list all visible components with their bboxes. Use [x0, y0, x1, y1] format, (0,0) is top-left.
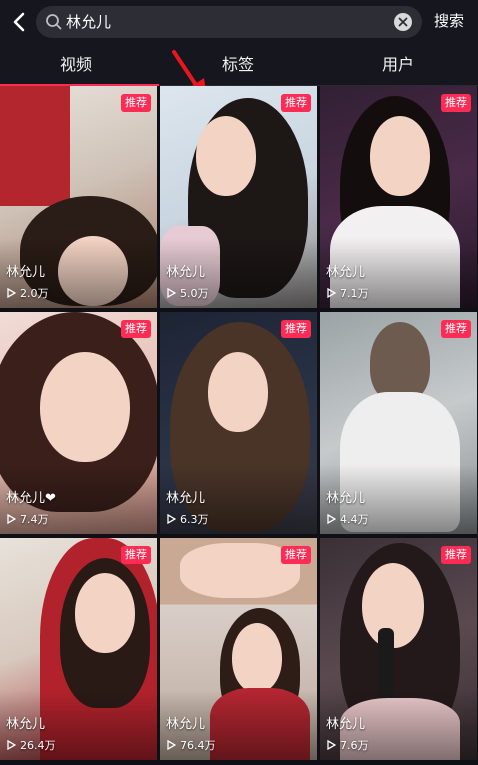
video-card[interactable]: 推荐 林允儿❤ 7.4万	[0, 312, 157, 534]
recommended-badge: 推荐	[441, 94, 471, 112]
view-count-value: 7.1万	[340, 287, 369, 300]
view-count: 7.6万	[326, 737, 369, 753]
recommended-badge: 推荐	[281, 94, 311, 112]
view-count-value: 5.0万	[180, 287, 209, 300]
video-caption: 林允儿❤	[6, 491, 56, 506]
view-count-value: 2.0万	[20, 287, 49, 300]
recommended-badge: 推荐	[441, 546, 471, 564]
video-caption: 林允儿	[6, 265, 46, 280]
search-input[interactable]: 林允儿	[36, 6, 422, 38]
view-count: 4.4万	[326, 511, 369, 527]
view-count: 26.4万	[6, 737, 56, 753]
video-card[interactable]: 推荐 林允儿 5.0万	[160, 86, 317, 308]
search-icon	[44, 12, 64, 32]
view-count: 5.0万	[166, 285, 209, 301]
recommended-badge: 推荐	[121, 94, 151, 112]
tab-videos[interactable]: 视频	[16, 44, 136, 86]
view-count: 7.4万	[6, 511, 49, 527]
video-caption: 林允儿	[326, 491, 366, 506]
view-count-value: 26.4万	[20, 739, 56, 752]
back-arrow-icon[interactable]	[6, 8, 34, 36]
view-count-value: 6.3万	[180, 513, 209, 526]
play-icon	[167, 514, 176, 524]
video-caption: 林允儿	[166, 265, 206, 280]
view-count-value: 7.6万	[340, 739, 369, 752]
view-count: 7.1万	[326, 285, 369, 301]
recommended-badge: 推荐	[441, 320, 471, 338]
video-caption: 林允儿	[326, 717, 366, 732]
play-icon	[327, 740, 336, 750]
play-icon	[7, 288, 16, 298]
video-caption: 林允儿	[6, 717, 46, 732]
search-submit-button[interactable]: 搜索	[434, 11, 464, 31]
recommended-badge: 推荐	[121, 320, 151, 338]
video-card[interactable]: 推荐 林允儿 76.4万	[160, 538, 317, 760]
search-bar: 林允儿 搜索	[0, 0, 478, 44]
play-icon	[7, 514, 16, 524]
tab-users[interactable]: 用户	[338, 44, 458, 86]
video-caption: 林允儿	[166, 491, 206, 506]
video-grid: 推荐 林允儿 2.0万 推荐 林允儿 5.0万 推荐 林允儿 7.1万 推荐 林…	[0, 86, 478, 765]
video-caption: 林允儿	[166, 717, 206, 732]
play-icon	[167, 740, 176, 750]
play-icon	[167, 288, 176, 298]
video-caption: 林允儿	[326, 265, 366, 280]
view-count: 76.4万	[166, 737, 216, 753]
recommended-badge: 推荐	[281, 320, 311, 338]
view-count-value: 4.4万	[340, 513, 369, 526]
view-count: 6.3万	[166, 511, 209, 527]
video-card[interactable]: 推荐 林允儿 7.6万	[320, 538, 477, 760]
clear-icon[interactable]	[394, 13, 412, 31]
video-card[interactable]: 推荐 林允儿 26.4万	[0, 538, 157, 760]
video-card[interactable]: 推荐 林允儿 6.3万	[160, 312, 317, 534]
video-card[interactable]: 推荐 林允儿 4.4万	[320, 312, 477, 534]
recommended-badge: 推荐	[121, 546, 151, 564]
play-icon	[327, 514, 336, 524]
play-icon	[327, 288, 336, 298]
play-icon	[7, 740, 16, 750]
view-count-value: 7.4万	[20, 513, 49, 526]
search-query-text: 林允儿	[66, 13, 112, 31]
video-card[interactable]: 推荐 林允儿 7.1万	[320, 86, 477, 308]
result-tabs: 视频 标签 用户	[0, 44, 478, 86]
recommended-badge: 推荐	[281, 546, 311, 564]
view-count-value: 76.4万	[180, 739, 216, 752]
view-count: 2.0万	[6, 285, 49, 301]
video-card[interactable]: 推荐 林允儿 2.0万	[0, 86, 157, 308]
